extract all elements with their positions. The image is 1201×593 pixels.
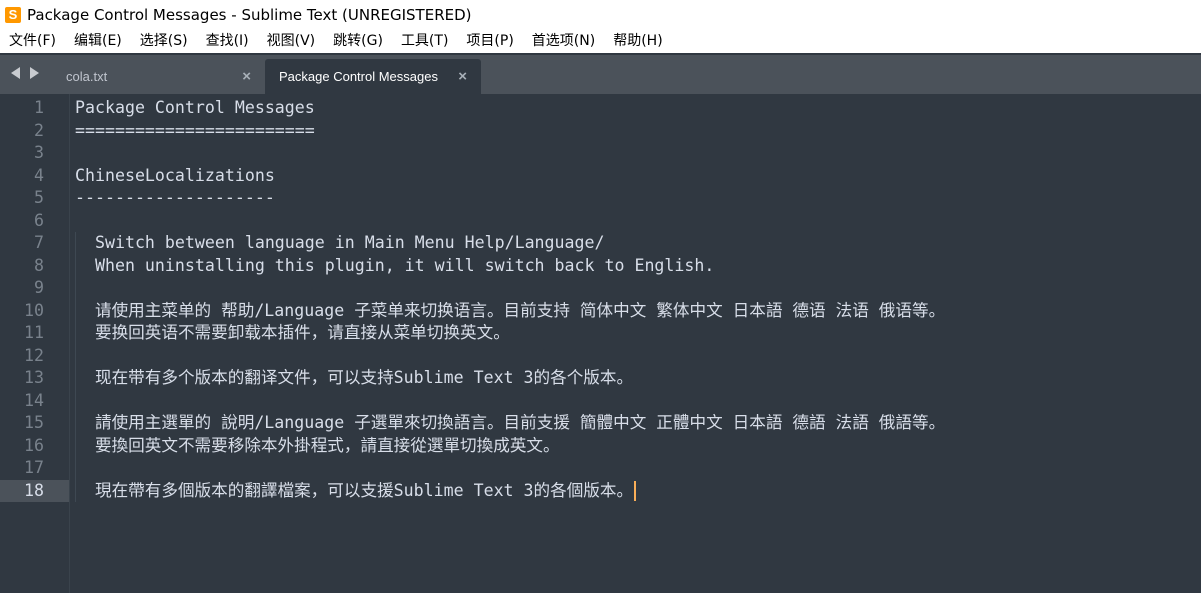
editor-line[interactable]: 15 請使用主選單的 說明/Language 子選單來切換語言。目前支援 簡體中…	[0, 412, 1201, 434]
editor-line[interactable]: 12	[0, 345, 1201, 367]
tab-scroll-left-icon[interactable]	[11, 67, 20, 79]
line-number: 2	[34, 120, 44, 140]
menu-project[interactable]: 项目(P)	[457, 29, 522, 53]
editor-line[interactable]: 6	[0, 210, 1201, 232]
line-number: 14	[24, 390, 44, 410]
editor-line[interactable]: 14	[0, 390, 1201, 412]
line-number: 15	[24, 413, 44, 432]
menu-tools[interactable]: 工具(T)	[392, 29, 457, 53]
editor-line[interactable]: 17	[0, 457, 1201, 479]
line-number: 12	[24, 345, 44, 365]
tab-bar: cola.txt × Package Control Messages ×	[0, 55, 1201, 94]
line-text: 现在带有多个版本的翻译文件，可以支持Sublime Text 3的各个版本。	[75, 368, 634, 387]
line-text: Package Control Messages	[75, 98, 315, 117]
line-number: 11	[24, 323, 44, 342]
editor-line[interactable]: 8 When uninstalling this plugin, it will…	[0, 255, 1201, 277]
line-number: 6	[34, 210, 44, 230]
menu-file[interactable]: 文件(F)	[0, 29, 65, 53]
editor-line[interactable]: 9	[0, 277, 1201, 299]
menu-bar: 文件(F) 编辑(E) 选择(S) 查找(I) 视图(V) 跳转(G) 工具(T…	[0, 29, 1201, 53]
editor-line[interactable]: 10 请使用主菜单的 帮助/Language 子菜单来切换语言。目前支持 简体中…	[0, 300, 1201, 322]
line-number: 16	[24, 435, 44, 455]
line-number: 18	[24, 480, 44, 500]
close-tab-icon[interactable]: ×	[458, 69, 467, 84]
tab-scroll-right-icon[interactable]	[30, 67, 39, 79]
menu-find[interactable]: 查找(I)	[197, 29, 258, 53]
line-text: Switch between language in Main Menu Hel…	[75, 233, 605, 252]
tab-label: cola.txt	[66, 69, 108, 84]
line-number: 7	[34, 233, 44, 252]
line-number: 10	[24, 300, 44, 320]
editor-line[interactable]: 13 现在带有多个版本的翻译文件，可以支持Sublime Text 3的各个版本…	[0, 367, 1201, 389]
menu-help[interactable]: 帮助(H)	[604, 29, 671, 53]
line-text: 現在帶有多個版本的翻譯檔案，可以支援Sublime Text 3的各個版本。	[75, 480, 637, 502]
editor-line[interactable]: 1 Package Control Messages	[0, 97, 1201, 119]
editor-line[interactable]: 5 --------------------	[0, 187, 1201, 209]
editor-line[interactable]: 11 要换回英语不需要卸载本插件，请直接从菜单切换英文。	[0, 322, 1201, 344]
line-text: ChineseLocalizations	[75, 165, 275, 185]
editor-line[interactable]: 3	[0, 142, 1201, 164]
editor-line[interactable]: 4 ChineseLocalizations	[0, 165, 1201, 187]
tab-package-control-messages[interactable]: Package Control Messages ×	[265, 59, 481, 94]
line-number: 1	[34, 98, 44, 117]
line-number: 4	[34, 165, 44, 185]
line-number: 3	[34, 143, 44, 162]
close-tab-icon[interactable]: ×	[242, 69, 251, 84]
line-text: ========================	[75, 120, 315, 140]
line-text: --------------------	[75, 188, 275, 207]
menu-view[interactable]: 视图(V)	[258, 29, 325, 53]
editor-area[interactable]: 1 Package Control Messages 2 ==============…	[0, 94, 1201, 593]
line-number: 8	[34, 255, 44, 275]
line-number: 5	[34, 188, 44, 207]
line-text: 要換回英文不需要移除本外掛程式，請直接從選單切換成英文。	[75, 435, 560, 455]
line-text: When uninstalling this plugin, it will s…	[75, 255, 715, 275]
menu-goto[interactable]: 跳转(G)	[324, 29, 392, 53]
menu-selection[interactable]: 选择(S)	[131, 29, 197, 53]
editor-line[interactable]: 2 ========================	[0, 120, 1201, 142]
line-text: 要换回英语不需要卸载本插件，请直接从菜单切换英文。	[75, 323, 510, 342]
text-cursor	[634, 481, 637, 501]
tab-label: Package Control Messages	[279, 69, 438, 84]
line-number: 9	[34, 278, 44, 297]
tab-cola-txt[interactable]: cola.txt ×	[50, 59, 265, 94]
line-text: 请使用主菜单的 帮助/Language 子菜单来切换语言。目前支持 简体中文 繁…	[75, 300, 946, 320]
editor-line[interactable]: 18 現在帶有多個版本的翻譯檔案，可以支援Sublime Text 3的各個版本…	[0, 479, 1201, 502]
window-title: Package Control Messages - Sublime Text …	[27, 5, 472, 24]
menu-edit[interactable]: 编辑(E)	[65, 29, 131, 53]
title-bar: S Package Control Messages - Sublime Tex…	[0, 0, 1201, 29]
line-number: 13	[24, 368, 44, 387]
sublime-text-app-icon: S	[5, 6, 21, 23]
line-number: 17	[24, 458, 44, 477]
menu-preferences[interactable]: 首选项(N)	[523, 29, 604, 53]
editor-line[interactable]: 7 Switch between language in Main Menu H…	[0, 232, 1201, 254]
editor-line[interactable]: 16 要換回英文不需要移除本外掛程式，請直接從選單切換成英文。	[0, 435, 1201, 457]
line-text: 請使用主選單的 說明/Language 子選單來切換語言。目前支援 簡體中文 正…	[75, 413, 946, 432]
